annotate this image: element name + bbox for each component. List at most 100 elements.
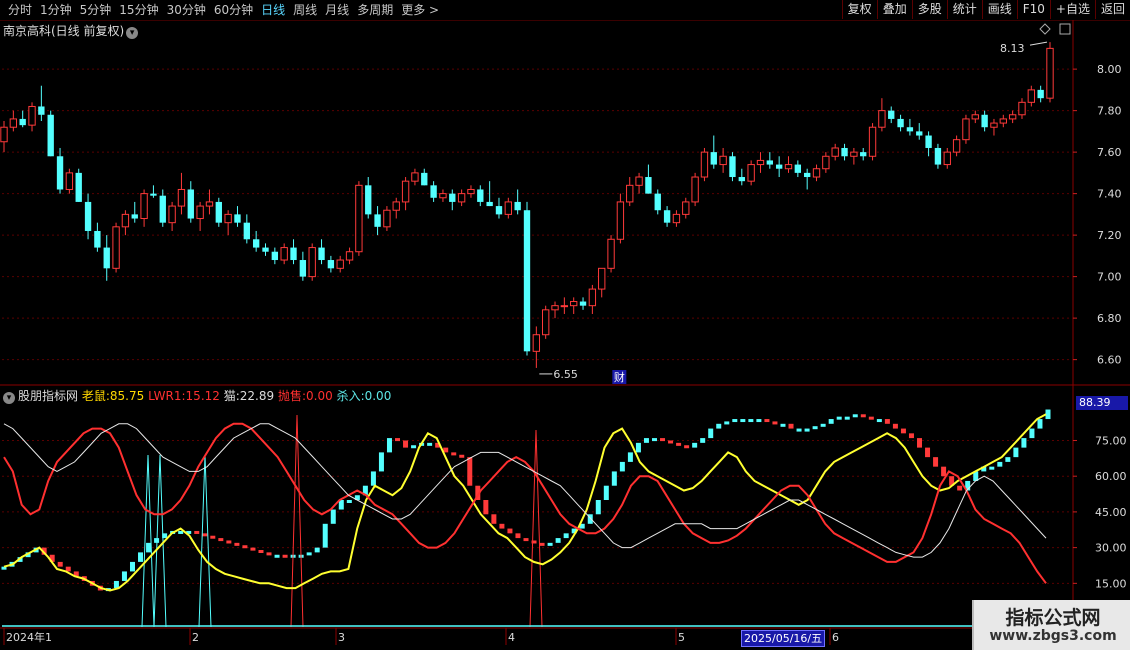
indicator-block	[925, 447, 931, 458]
indicator-block	[700, 438, 706, 443]
candle-body	[990, 122, 998, 128]
candle-body	[598, 267, 606, 290]
low-price-label: 6.55	[553, 368, 578, 381]
indicator-block	[467, 457, 473, 486]
indicator-block	[523, 538, 529, 542]
indicator-block	[868, 416, 874, 420]
indicator-block	[660, 438, 666, 442]
candle-body	[75, 172, 82, 202]
candle-body	[449, 193, 456, 202]
watermark: 指标公式网 www.zbgs3.com	[972, 600, 1130, 650]
price-tick-label: 7.80	[1097, 105, 1122, 118]
indicator-block	[210, 535, 216, 539]
candle-body	[888, 110, 895, 119]
candle-body	[467, 188, 475, 195]
candle-body	[868, 126, 877, 157]
indicator-block	[226, 540, 232, 544]
candle-body	[981, 114, 988, 128]
indicator-block	[57, 561, 63, 567]
candle-body	[252, 239, 260, 248]
candle-body	[542, 309, 550, 336]
indicator-block	[884, 419, 890, 424]
candle-body	[365, 185, 372, 215]
indicator-block	[515, 533, 521, 539]
candle-body	[710, 152, 717, 165]
candle-body	[551, 305, 559, 311]
indicator-block	[748, 419, 754, 423]
panel-toggle-icon	[1059, 23, 1071, 35]
indicator-block	[651, 438, 657, 442]
indicator-block	[619, 461, 625, 472]
indicator-block	[1021, 438, 1027, 448]
candle-body	[140, 193, 148, 220]
candle-body	[271, 251, 279, 261]
indicator-block	[138, 552, 144, 562]
candle-body	[812, 168, 821, 178]
indicator-block	[563, 533, 569, 539]
candle-body	[308, 247, 316, 278]
x-axis-label: 5	[678, 631, 685, 644]
candle-body	[878, 110, 886, 128]
candle-body	[588, 288, 597, 307]
indicator-line-2	[3, 423, 1047, 558]
candle-body	[794, 164, 802, 173]
price-tick-label: 6.80	[1097, 312, 1122, 325]
candle-body	[392, 201, 400, 211]
indicator-block	[234, 542, 240, 546]
indicator-block	[330, 509, 336, 524]
candle-body	[205, 201, 214, 207]
candle-body	[971, 114, 979, 120]
indicator-block	[764, 419, 770, 423]
indicator-block	[684, 445, 690, 449]
candle-body	[962, 118, 970, 141]
indicator-block	[282, 554, 288, 558]
indicator-block	[1029, 428, 1035, 439]
indicator-block	[716, 423, 722, 429]
x-axis-label: 4	[508, 631, 515, 644]
candle-body	[38, 106, 45, 115]
candle-body	[411, 172, 419, 182]
candle-body	[477, 189, 484, 202]
candle-body	[374, 214, 381, 227]
price-tick-label: 7.20	[1097, 229, 1122, 242]
chart-canvas[interactable]: 8.00 7.80 7.60 7.40 7.20 7.00 6.80 6.60 8.13 6.55…	[0, 0, 1130, 650]
candle-body	[9, 118, 18, 128]
candle-body	[159, 195, 166, 223]
price-tick-label: 7.40	[1097, 188, 1122, 201]
indicator-block	[772, 421, 778, 425]
candle-body	[579, 301, 587, 306]
indicator-block	[1013, 447, 1019, 458]
candle-body	[570, 301, 578, 307]
candle-body	[196, 205, 204, 220]
candle-body	[532, 334, 541, 352]
candle-body	[906, 127, 914, 132]
candle-body	[131, 214, 138, 219]
candle-body	[84, 201, 92, 231]
candle-body	[47, 114, 54, 157]
cursor-date-label: 2025/05/16/五	[741, 630, 826, 647]
indicator-block	[395, 438, 401, 442]
candle-body	[700, 151, 709, 178]
indicator-block	[603, 485, 609, 500]
candle-body	[850, 151, 858, 157]
indicator-block	[129, 561, 135, 572]
candle-body	[336, 259, 344, 269]
candle-body	[318, 247, 325, 261]
candle-body	[616, 201, 625, 240]
indicator-block	[989, 466, 995, 470]
indicator-block	[860, 414, 866, 418]
indicator-block	[121, 571, 127, 581]
indicator-block	[1037, 419, 1043, 429]
indicator-block	[692, 442, 698, 448]
candle-body	[103, 247, 110, 269]
indicator-block	[668, 440, 674, 444]
indicator-block	[740, 419, 746, 423]
indicator-block	[403, 440, 409, 448]
indicator-block	[386, 438, 392, 453]
candle-body	[0, 126, 8, 143]
indicator-block	[611, 471, 617, 486]
diamond-icon	[1039, 23, 1051, 35]
indicator-block	[957, 485, 963, 491]
indicator-block	[370, 471, 376, 486]
indicator-block	[852, 414, 858, 418]
